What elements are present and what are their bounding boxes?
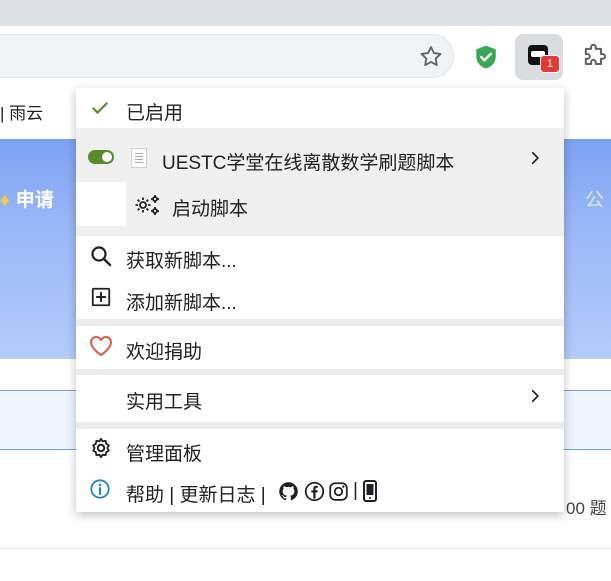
chevron-right-icon [531, 389, 539, 403]
gear-icon [92, 437, 110, 459]
changelog-link[interactable]: | 更新日志 | [169, 485, 265, 506]
enabled-label: 已启用 [126, 103, 184, 124]
get-new-scripts-item[interactable]: 获取新脚本... [76, 236, 564, 278]
social-separator: | [353, 480, 358, 501]
apply-link[interactable]: ♦ 申请 [0, 185, 54, 212]
dashboard-item[interactable]: 管理面板 [76, 429, 564, 469]
puzzle-icon[interactable] [580, 43, 608, 71]
github-icon[interactable] [278, 481, 299, 502]
plus-square-icon [91, 287, 111, 307]
script-file-icon [131, 148, 147, 168]
extension-badge: 1 [540, 55, 560, 73]
gears-icon [135, 195, 159, 215]
script-name: UESTC学堂在线离散数学刷题脚本 [162, 153, 455, 174]
add-new-script-item[interactable]: 添加新脚本... [76, 278, 564, 318]
tampermonkey-menu: 已启用 UESTC学堂在线离散数学刷题脚本 启动脚本 获取新脚本... 添加新脚… [76, 88, 564, 512]
script-item[interactable]: UESTC学堂在线离散数学刷题脚本 [76, 128, 564, 176]
tampermonkey-extension-button[interactable]: 1 [515, 34, 563, 80]
donate-item[interactable]: 欢迎捐助 [76, 326, 564, 370]
announcement-link[interactable]: 公 [585, 185, 604, 212]
star-icon[interactable] [418, 44, 444, 70]
browser-toolbar: 1 [0, 26, 611, 88]
diamond-icon: ♦ [0, 190, 10, 211]
search-icon [91, 246, 112, 267]
heart-icon [90, 336, 112, 356]
dashboard-label: 管理面板 [126, 444, 203, 465]
check-icon [92, 102, 108, 114]
launch-indent [76, 182, 126, 226]
script-enabled-toggle[interactable] [88, 150, 114, 164]
question-count: 00 题 [566, 499, 607, 518]
help-link[interactable]: 帮助 [126, 485, 164, 506]
launch-label: 启动脚本 [172, 199, 249, 220]
instagram-icon[interactable] [328, 481, 349, 502]
get-new-label: 获取新脚本... [126, 251, 237, 272]
menu-separator [76, 319, 564, 326]
mobile-icon[interactable] [362, 480, 378, 502]
help-row: 帮助 | 更新日志 | | [76, 469, 564, 512]
page-divider [0, 548, 611, 549]
info-icon [90, 479, 110, 499]
utilities-label: 实用工具 [126, 392, 203, 413]
utilities-item[interactable]: 实用工具 [76, 375, 564, 422]
chevron-right-icon [531, 151, 539, 165]
menu-separator [76, 422, 564, 429]
facebook-icon[interactable] [304, 481, 325, 502]
add-new-label: 添加新脚本... [126, 293, 237, 314]
address-bar[interactable] [0, 34, 454, 78]
apply-label: 申请 [15, 190, 54, 211]
page-breadcrumb[interactable]: | 雨云 [0, 99, 43, 124]
enabled-toggle-item[interactable]: 已启用 [76, 88, 564, 128]
donate-label: 欢迎捐助 [126, 342, 203, 363]
shield-icon[interactable] [473, 44, 499, 70]
tab-strip [0, 0, 611, 26]
